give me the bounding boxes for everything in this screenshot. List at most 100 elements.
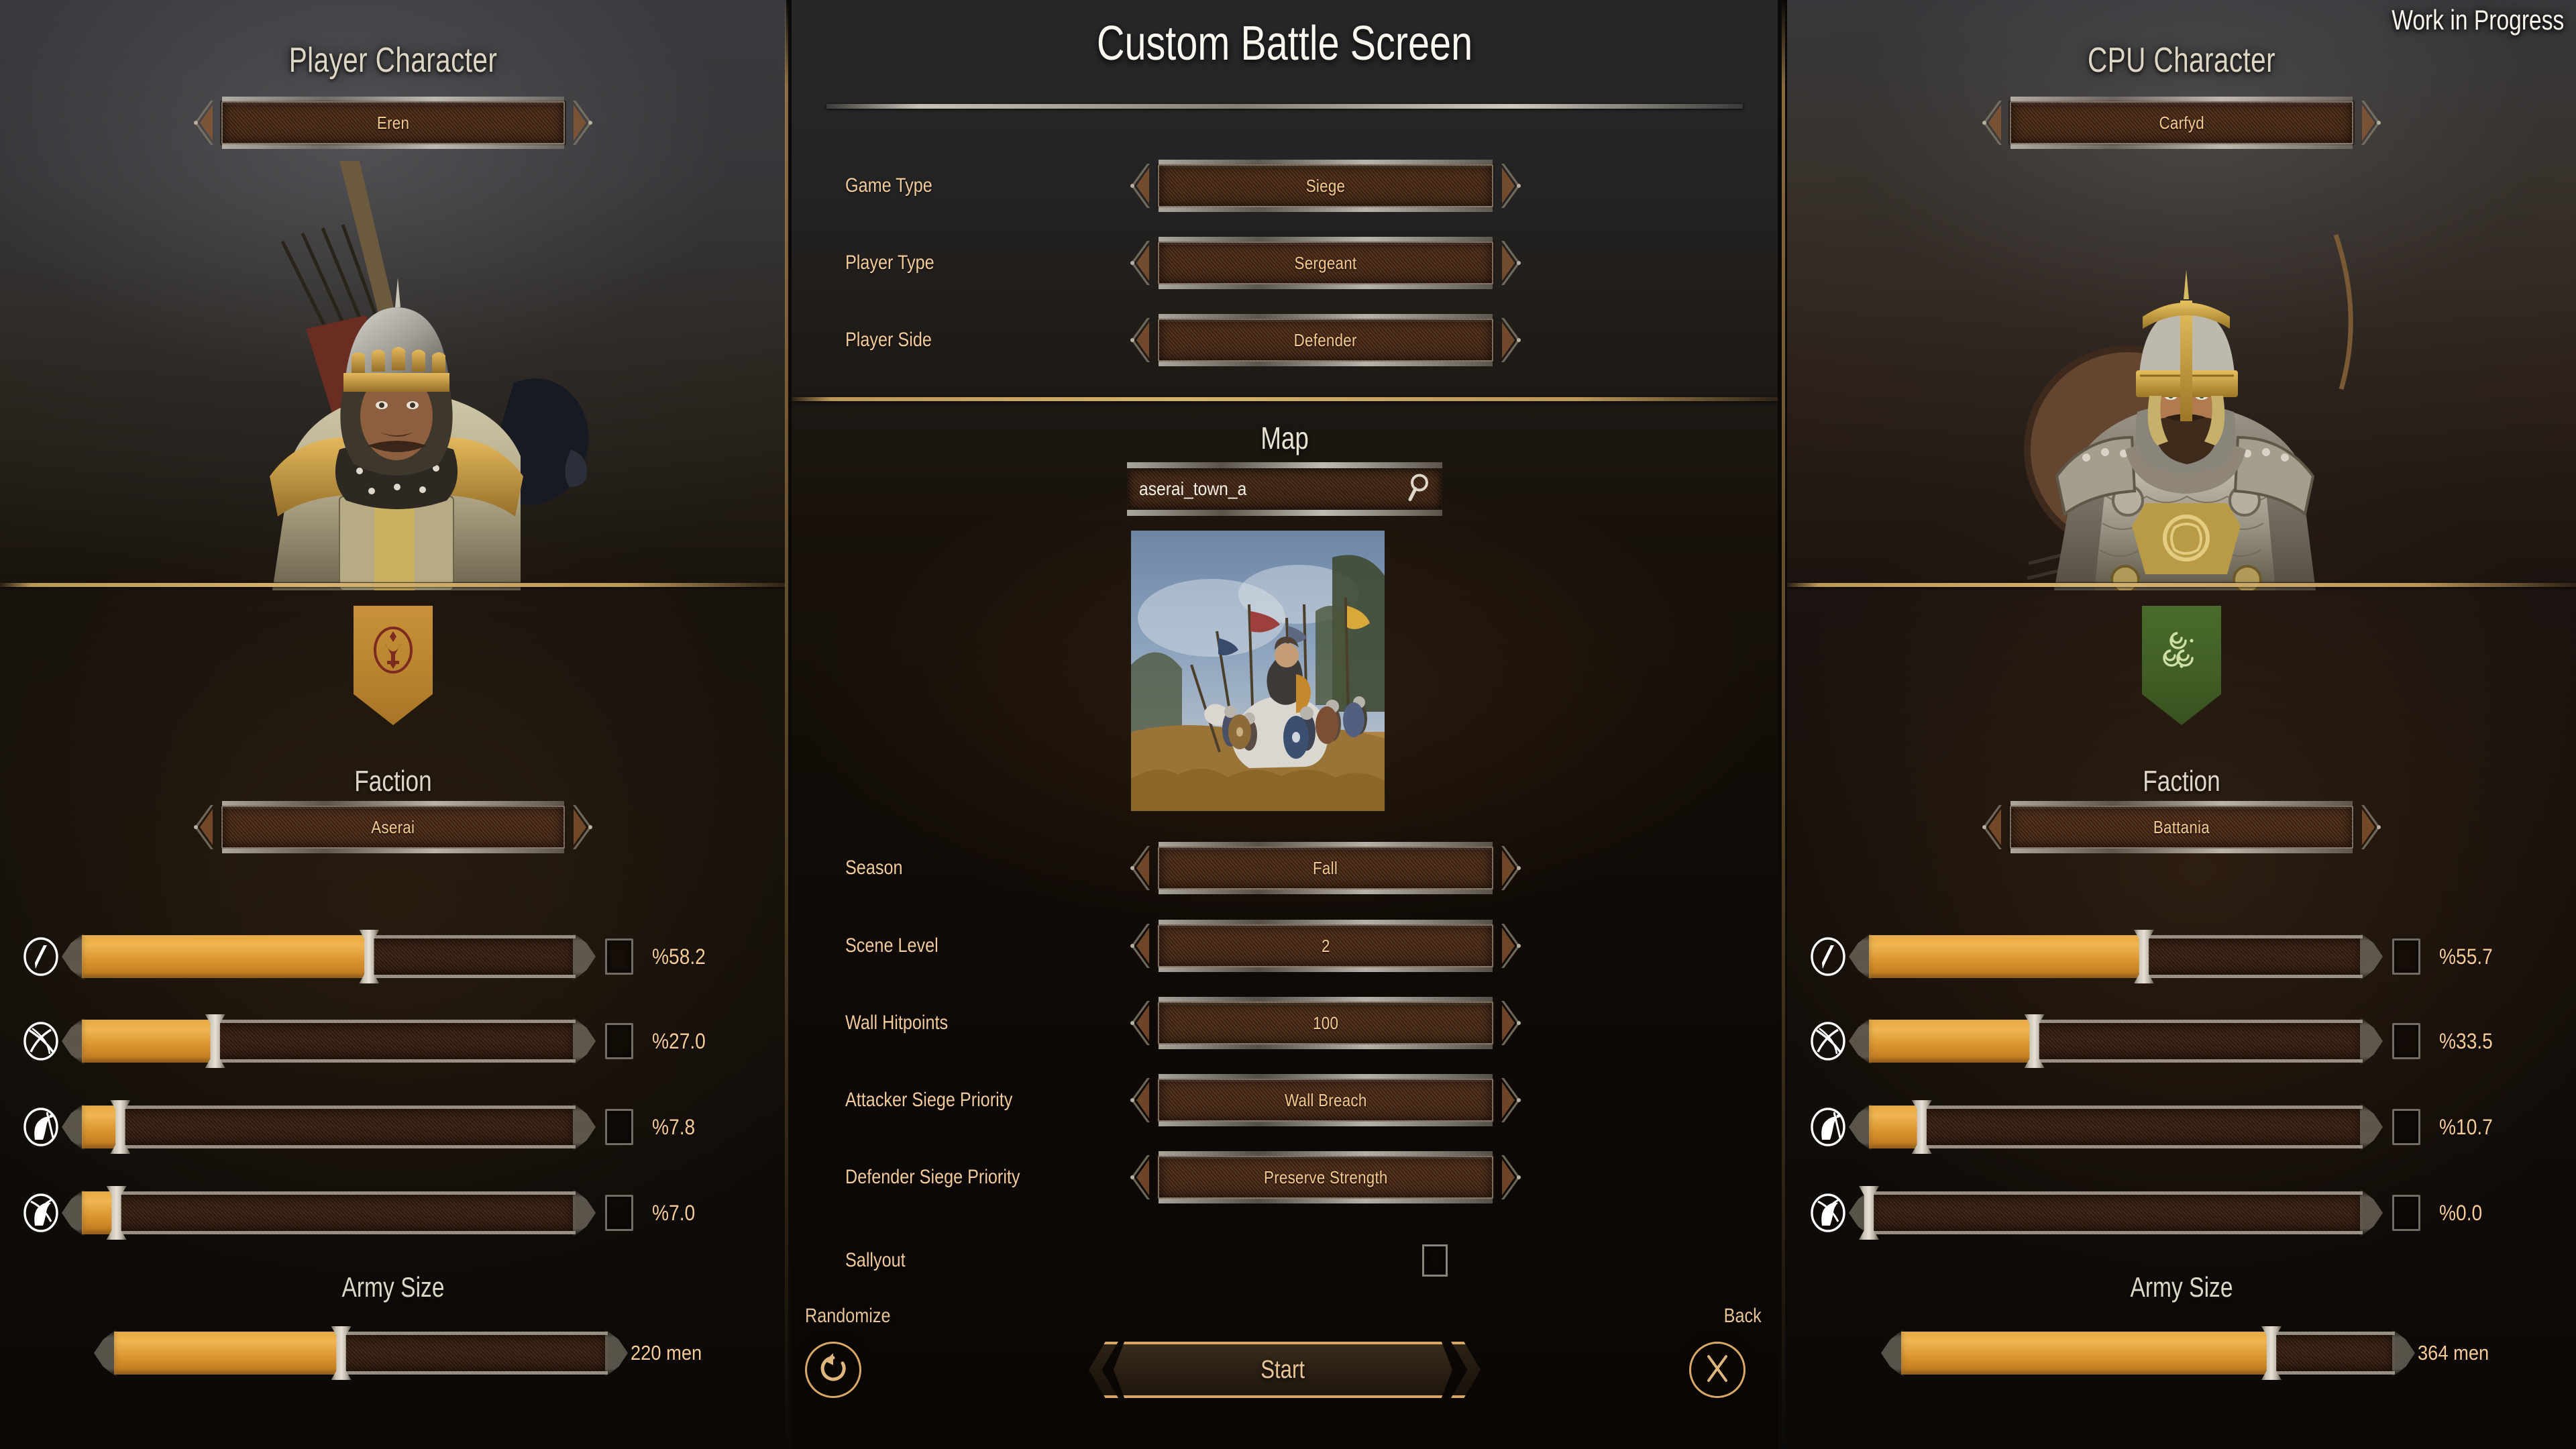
- chevron-right-icon[interactable]: [1493, 1075, 1524, 1125]
- army-size-slider[interactable]: [114, 1326, 608, 1380]
- troop-lock-checkbox[interactable]: [605, 1109, 633, 1145]
- player-side-value-box[interactable]: Defender: [1158, 314, 1493, 366]
- troop-slider-fill: [82, 935, 370, 978]
- troop-percent-value: %27.0: [652, 1028, 706, 1053]
- troop-lock-checkbox[interactable]: [2392, 1195, 2420, 1231]
- player-faction-value-box[interactable]: Aserai: [221, 801, 565, 853]
- player-side-row: Player Side Defender: [845, 314, 1524, 366]
- aserai-banner: [0, 606, 786, 725]
- left-vertical-divider: [785, 0, 788, 1449]
- season-value-box[interactable]: Fall: [1158, 842, 1493, 894]
- season-selector[interactable]: Fall: [1127, 842, 1524, 894]
- troop-percent-value: %33.5: [2439, 1028, 2493, 1053]
- chevron-left-icon[interactable]: [1127, 315, 1158, 365]
- player-faction-selector[interactable]: Aserai: [191, 801, 596, 853]
- chevron-left-icon[interactable]: [1127, 238, 1158, 288]
- troop-lock-checkbox[interactable]: [2392, 1109, 2420, 1145]
- chevron-right-icon[interactable]: [1493, 998, 1524, 1048]
- troop-percent-value: %7.0: [652, 1200, 696, 1225]
- sallyout-label: Sallyout: [845, 1249, 906, 1271]
- map-search-value: aserai_town_a: [1139, 478, 1247, 499]
- troop-ratio-slider[interactable]: [1859, 1186, 2363, 1240]
- player-type-value-box[interactable]: Sergeant: [1158, 237, 1493, 289]
- chevron-right-icon[interactable]: [1493, 843, 1524, 893]
- chevron-left-icon[interactable]: [1127, 161, 1158, 211]
- game-type-selector[interactable]: Siege: [1127, 160, 1524, 212]
- chevron-left-icon[interactable]: [1979, 802, 2010, 852]
- troop-lock-checkbox[interactable]: [605, 938, 633, 975]
- map-preview-image[interactable]: [1130, 530, 1385, 812]
- sallyout-checkbox[interactable]: [1422, 1244, 1448, 1277]
- cpu-character-value-box[interactable]: Carfyd: [2010, 97, 2353, 149]
- chevron-left-icon[interactable]: [1127, 1152, 1158, 1202]
- player-side-selector[interactable]: Defender: [1127, 314, 1524, 366]
- scene-level-value-box[interactable]: 2: [1158, 920, 1493, 972]
- randomize-button[interactable]: [805, 1342, 861, 1398]
- troop-ratio-slider[interactable]: [82, 1014, 576, 1068]
- troop-ratio-slider[interactable]: [1869, 930, 2363, 983]
- army-size-slider[interactable]: [1901, 1326, 2395, 1380]
- troop-slider-fill: [1869, 935, 2144, 978]
- chevron-left-icon[interactable]: [1127, 843, 1158, 893]
- wall-hitpoints-value-box[interactable]: 100: [1158, 997, 1493, 1049]
- chevron-right-icon[interactable]: [2353, 98, 2384, 148]
- wall-hitpoints-selector[interactable]: 100: [1127, 997, 1524, 1049]
- back-button[interactable]: [1689, 1342, 1746, 1398]
- troop-slider-row: %58.2: [20, 930, 713, 983]
- cpu-character-panel: Work in Progress CPU Character Carfyd Fa…: [1787, 0, 2576, 1449]
- troop-lock-checkbox[interactable]: [2392, 938, 2420, 975]
- troop-lock-checkbox[interactable]: [605, 1195, 633, 1231]
- left-army-size-row[interactable]: 220 men: [114, 1326, 712, 1380]
- start-button-label: Start: [1260, 1355, 1305, 1384]
- right-army-size-row[interactable]: 364 men: [1901, 1326, 2499, 1380]
- player-character-selector[interactable]: Eren: [191, 97, 596, 149]
- troop-slider-track: [82, 1191, 576, 1234]
- player-character-value-box[interactable]: Eren: [221, 97, 565, 149]
- troop-lock-checkbox[interactable]: [605, 1023, 633, 1059]
- army-size-fill: [1901, 1332, 2271, 1375]
- attacker-siege-priority-value-box[interactable]: Wall Breach: [1158, 1074, 1493, 1126]
- chevron-left-icon[interactable]: [1127, 998, 1158, 1048]
- troop-ratio-slider[interactable]: [82, 1100, 576, 1154]
- game-type-row: Game Type Siege: [845, 160, 1524, 212]
- player-type-selector[interactable]: Sergeant: [1127, 237, 1524, 289]
- chevron-left-icon[interactable]: [191, 802, 221, 852]
- cpu-faction-selector[interactable]: Battania: [1979, 801, 2384, 853]
- troop-lock-checkbox[interactable]: [2392, 1023, 2420, 1059]
- troop-slider-row: %33.5: [1807, 1014, 2500, 1068]
- battle-config-panel: Custom Battle Screen Game Type Siege Playe…: [792, 0, 1778, 1449]
- attacker-siege-priority-value: Wall Breach: [1284, 1089, 1367, 1110]
- cpu-character-selector[interactable]: Carfyd: [1979, 97, 2384, 149]
- troop-ratio-slider[interactable]: [1869, 1014, 2363, 1068]
- chevron-right-icon[interactable]: [1493, 161, 1524, 211]
- right-panel-divider: [1787, 583, 2576, 587]
- chevron-right-icon[interactable]: [565, 98, 596, 148]
- chevron-right-icon[interactable]: [565, 802, 596, 852]
- attacker-siege-priority-selector[interactable]: Wall Breach: [1127, 1074, 1524, 1126]
- chevron-left-icon[interactable]: [1979, 98, 2010, 148]
- chevron-right-icon[interactable]: [1493, 1152, 1524, 1202]
- troop-ratio-slider[interactable]: [1869, 1100, 2363, 1154]
- chevron-right-icon[interactable]: [2353, 802, 2384, 852]
- chevron-right-icon[interactable]: [1493, 238, 1524, 288]
- troop-slider-fill: [1869, 1106, 1922, 1148]
- troop-ratio-slider[interactable]: [82, 1186, 576, 1240]
- map-search-input[interactable]: aserai_town_a: [1127, 462, 1442, 516]
- search-icon[interactable]: [1406, 473, 1432, 506]
- chevron-right-icon[interactable]: [1493, 921, 1524, 971]
- cpu-faction-value-box[interactable]: Battania: [2010, 801, 2353, 853]
- chevron-left-icon[interactable]: [1127, 1075, 1158, 1125]
- chevron-right-icon[interactable]: [1493, 315, 1524, 365]
- randomize-label: Randomize: [805, 1305, 891, 1327]
- scene-level-selector[interactable]: 2: [1127, 920, 1524, 972]
- troop-ratio-slider[interactable]: [82, 930, 576, 983]
- scene-level-value: 2: [1321, 935, 1330, 956]
- season-label: Season: [845, 857, 903, 879]
- defender-siege-priority-value-box[interactable]: Preserve Strength: [1158, 1151, 1493, 1203]
- chevron-left-icon[interactable]: [191, 98, 221, 148]
- defender-siege-priority-selector[interactable]: Preserve Strength: [1127, 1151, 1524, 1203]
- game-type-value-box[interactable]: Siege: [1158, 160, 1493, 212]
- troop-slider-row: %7.8: [20, 1100, 701, 1154]
- start-button[interactable]: Start: [1114, 1342, 1452, 1398]
- chevron-left-icon[interactable]: [1127, 921, 1158, 971]
